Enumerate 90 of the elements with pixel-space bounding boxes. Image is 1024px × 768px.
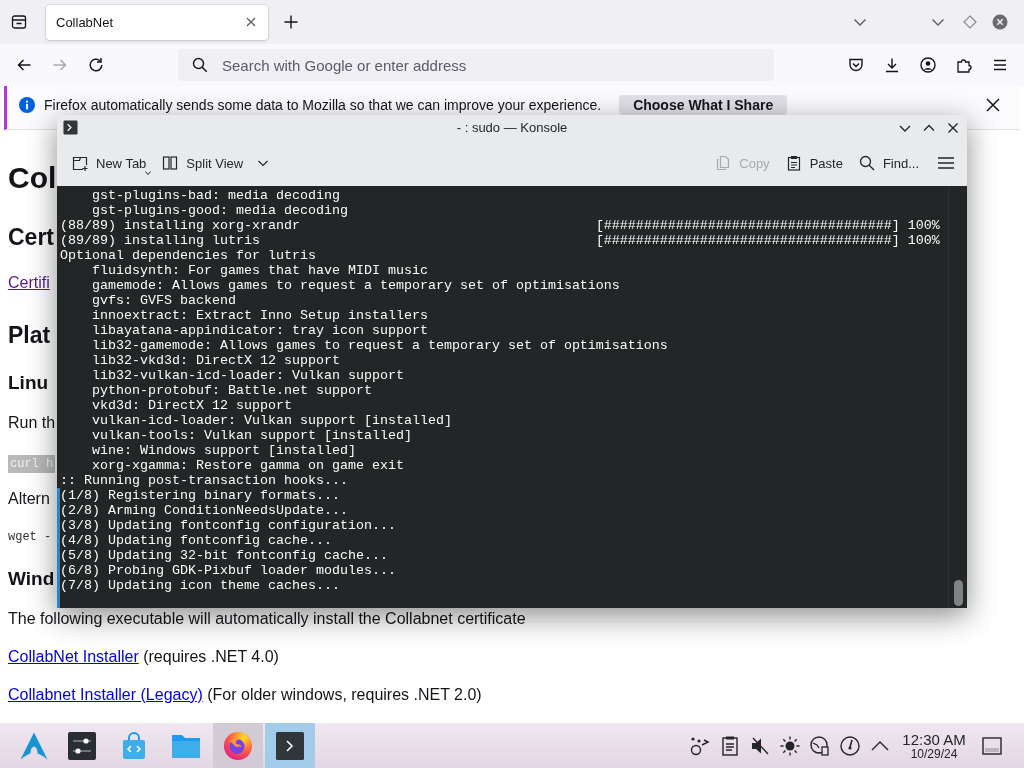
scrollbar-thumb[interactable] — [953, 580, 963, 606]
pocket-shield-icon[interactable] — [848, 57, 864, 73]
terminal-line: Optional dependencies for lutris — [60, 248, 316, 263]
browser-logo-icon — [223, 730, 253, 761]
address-field[interactable]: Search with Google or enter address — [222, 56, 774, 74]
new-tab-plus-icon[interactable] — [283, 14, 299, 30]
gauge-icon[interactable] — [839, 734, 861, 757]
clock-time[interactable]: 12:30 AM — [902, 730, 966, 748]
launcher-logo-icon[interactable] — [19, 730, 49, 761]
choose-what-i-share-button[interactable]: Choose What I Share — [619, 95, 788, 115]
download-icon[interactable] — [884, 57, 900, 73]
paste-button[interactable]: Paste — [779, 151, 849, 175]
close-icon[interactable] — [946, 120, 960, 135]
clipboard-icon[interactable] — [719, 734, 741, 757]
terminal-line: gamemode: Allows games to request a temporary set of optimisations — [92, 278, 620, 293]
show-desktop-icon[interactable] — [981, 734, 1003, 757]
installer-link[interactable]: Collabnet Installer (Legacy) — [8, 686, 203, 703]
notification-text: Firefox automatically sends some data to Mozilla so that we can improve your experience. — [44, 96, 602, 115]
new-tab-button[interactable]: New Tab — [66, 151, 153, 175]
requirement-note: (For older windows, requires .NET 2.0) — [207, 686, 482, 703]
page-heading: Plat — [8, 321, 51, 350]
clock-date[interactable]: 10/29/24 — [910, 747, 958, 761]
terminal-line: fluidsynth: For games that have MIDI music — [92, 263, 428, 278]
network-globe-icon[interactable] — [809, 734, 831, 757]
terminal-app-icon — [63, 120, 78, 135]
split-view-icon — [162, 155, 179, 171]
info-icon — [19, 97, 35, 113]
menu-icon[interactable] — [937, 155, 955, 171]
terminal-line: (1/8) Registering binary formats... — [60, 488, 340, 503]
terminal-line: :: Running post-transaction hooks... — [60, 473, 348, 488]
browser-task-button[interactable] — [213, 723, 263, 768]
page-heading: Linu — [8, 371, 49, 395]
page-heading: Wind — [8, 567, 55, 591]
clipboard-icon — [785, 155, 802, 171]
terminal-line: xorg-xgamma: Restore gamma on game exit — [92, 458, 404, 473]
command-text: wget - — [8, 529, 52, 546]
terminal-task-button[interactable] — [265, 723, 315, 768]
terminal-line: (7/8) Updating icon theme caches... — [60, 578, 340, 593]
terminal-line: (89/89) installing lutris — [60, 233, 260, 248]
terminal-icon — [276, 731, 304, 760]
page-heading: Cert — [8, 223, 54, 252]
find-button[interactable]: Find... — [852, 151, 925, 175]
page-text: Altern — [8, 489, 50, 509]
terminal-line: gst-plugins-bad: media decoding — [92, 188, 340, 203]
terminal-line: vulkan-tools: Vulkan support [installed] — [92, 428, 412, 443]
page-text: Run th — [8, 413, 56, 433]
browser-tab[interactable]: CollabNet — [46, 4, 268, 40]
requirement-note: (requires .NET 4.0) — [143, 648, 279, 665]
terminal-line: gvfs: GVFS backend — [92, 293, 236, 308]
terminal-line: python-protobuf: Battle.net support — [92, 383, 372, 398]
terminal-line: lib32-gamemode: Allows games to request a temporary set of optimisations — [92, 338, 668, 353]
menu-icon[interactable] — [992, 57, 1008, 73]
terminal-line: libayatana-appindicator: tray icon support — [92, 323, 428, 338]
certificate-link[interactable]: Certifi — [8, 274, 50, 291]
terminal-line: (88/89) installing xorg-xrandr — [60, 218, 300, 233]
page-text: The following executable will automatically install the Collabnet certificate — [8, 609, 526, 629]
progress-text: [####################################] 100% — [595, 218, 940, 233]
back-arrow-icon[interactable] — [16, 57, 32, 73]
terminal-line: (4/8) Updating fontconfig cache... — [60, 533, 332, 548]
terminal-line: (3/8) Updating fontconfig configuration... — [60, 518, 396, 533]
search-icon — [192, 57, 208, 73]
terminal-line: lib32-vulkan-icd-loader: Vulkan support — [92, 368, 404, 383]
new-tab-icon — [72, 155, 88, 171]
tray-box-icon[interactable] — [11, 14, 27, 30]
terminal-line: gst-plugins-good: media decoding — [92, 203, 348, 218]
terminal-line: vulkan-icd-loader: Vulkan support [installed] — [92, 413, 452, 428]
shopping-bag-icon — [120, 731, 148, 760]
close-icon[interactable] — [985, 97, 1001, 113]
window-title: - : sudo — Konsole — [456, 120, 568, 135]
terminal-line: lib32-vkd3d: DirectX 12 support — [92, 353, 340, 368]
puzzle-piece-icon[interactable] — [956, 57, 972, 73]
account-icon[interactable] — [920, 57, 936, 73]
search-icon — [858, 155, 875, 171]
terminal-line: vkd3d: DirectX 12 support — [92, 398, 292, 413]
terminal-line: (5/8) Updating 32-bit fontconfig cache... — [60, 548, 388, 563]
reload-icon[interactable] — [88, 57, 104, 73]
close-icon[interactable] — [245, 16, 257, 28]
terminal-line: (6/8) Probing GDK-Pixbuf loader modules... — [60, 563, 396, 578]
copy-icon — [715, 155, 732, 171]
terminal-line: wine: Windows support [installed] — [92, 443, 356, 458]
terminal-line: (2/8) Arming ConditionNeedsUpdate... — [60, 503, 348, 518]
progress-text: [####################################] 100% — [595, 233, 940, 248]
brightness-icon[interactable] — [779, 734, 801, 757]
address-bar[interactable]: Search with Google or enter address — [178, 49, 774, 81]
installer-link[interactable]: CollabNet Installer — [8, 648, 139, 665]
menu-caret-icon — [145, 171, 152, 175]
terminal-line: innoextract: Extract Inno Setup installers — [92, 308, 428, 323]
sliders-icon — [68, 731, 96, 760]
page-heading: Col — [8, 160, 57, 196]
split-view-button[interactable]: Split View — [156, 151, 276, 175]
